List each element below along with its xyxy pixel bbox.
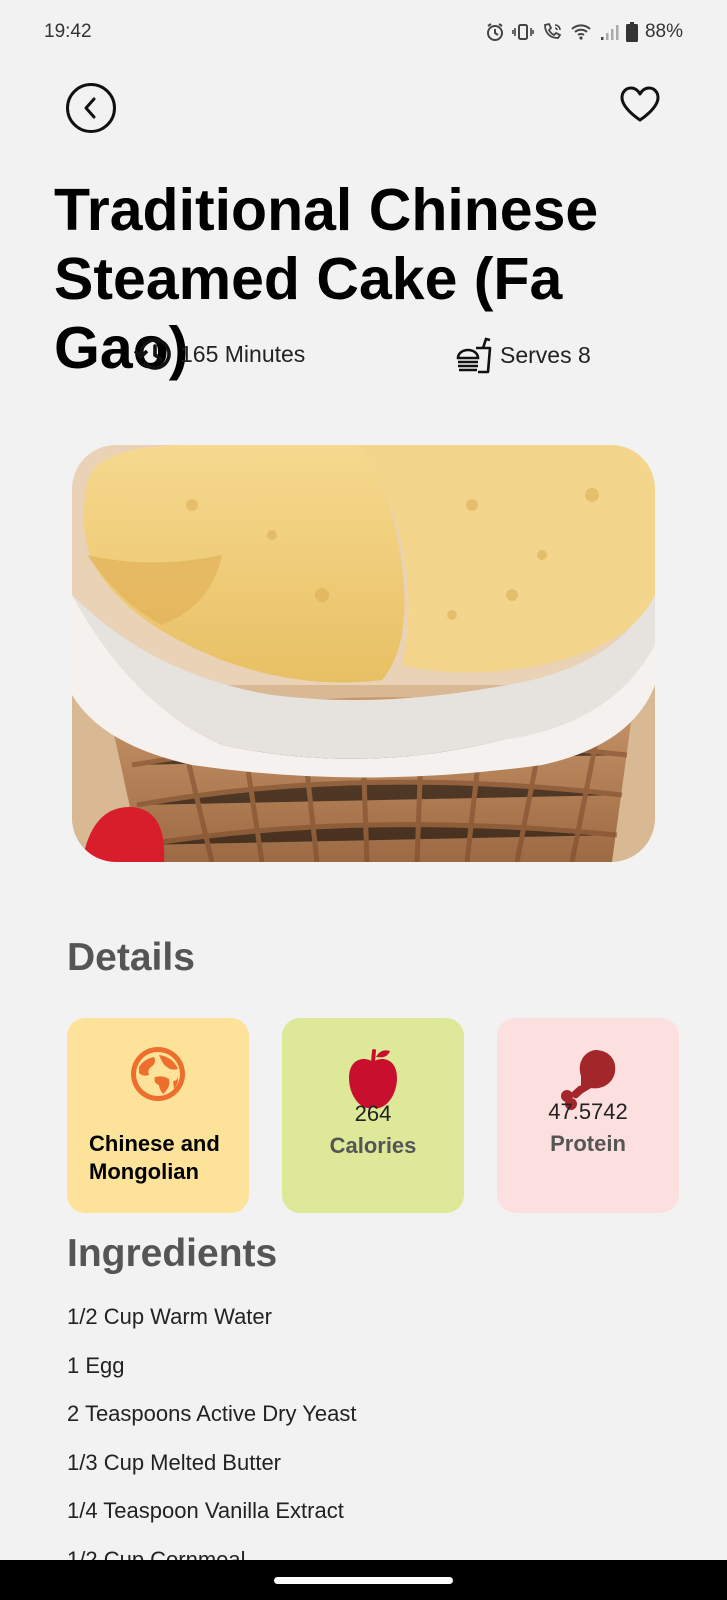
- protein-value: 47.5742: [548, 1099, 628, 1124]
- ingredients-list: 1/2 Cup Warm Water 1 Egg 2 Teaspoons Act…: [67, 1297, 356, 1560]
- recipe-image: [72, 445, 655, 862]
- status-time: 19:42: [44, 21, 92, 42]
- globe-icon: [131, 1047, 185, 1101]
- recipe-meta: 165 Minutes Serves 8: [0, 336, 727, 380]
- wifi-call-icon: [544, 22, 562, 39]
- status-bar: 19:42 88%: [0, 0, 727, 64]
- ingredient-item: 1/3 Cup Melted Butter: [67, 1449, 282, 1475]
- back-arrow-icon: [84, 97, 96, 119]
- home-gesture-handle[interactable]: [274, 1577, 453, 1584]
- ingredient-item: 1/2 Cup Warm Water: [67, 1304, 272, 1329]
- fast-food-icon: [456, 337, 492, 374]
- vibrate-icon: [512, 24, 534, 40]
- battery-percent: 88%: [644, 21, 683, 42]
- heart-outline-icon: [620, 86, 660, 122]
- history-clock-icon: [134, 338, 171, 370]
- servings-label: Serves 8: [500, 341, 591, 368]
- ingredients-scroll-area[interactable]: 1/2 Cup Warm Water 1 Egg 2 Teaspoons Act…: [0, 1290, 727, 1560]
- ingredient-item: 1/4 Teaspoon Vanilla Extract: [67, 1498, 344, 1523]
- wifi-icon: [571, 24, 591, 40]
- ingredient-item: 2 Teaspoons Active Dry Yeast: [67, 1401, 357, 1426]
- battery-icon: [625, 22, 638, 42]
- alarm-icon: [486, 23, 503, 41]
- favorite-button[interactable]: [618, 82, 662, 126]
- cook-time-label: 165 Minutes: [180, 340, 306, 367]
- calories-value: 264: [354, 1101, 392, 1126]
- signal-icon: [600, 25, 619, 40]
- ingredient-item: 1/2 Cup Cornmeal: [67, 1546, 246, 1561]
- protein-card: 47.5742 Protein: [497, 1018, 679, 1213]
- details-heading: Details: [67, 936, 195, 979]
- back-button[interactable]: [66, 83, 116, 133]
- cuisine-card: Chinese and Mongolian: [67, 1018, 249, 1213]
- cook-time: 165 Minutes: [134, 336, 305, 372]
- calories-label: Calories: [329, 1133, 417, 1158]
- calories-card: 264 Calories: [282, 1018, 464, 1213]
- servings: Serves 8: [456, 336, 591, 374]
- protein-label: Protein: [550, 1131, 626, 1156]
- cuisine-label: Chinese and Mongolian: [89, 1131, 220, 1184]
- ingredient-item: 1 Egg: [67, 1352, 125, 1378]
- ingredients-heading: Ingredients: [67, 1232, 278, 1275]
- status-icons: 88%: [485, 21, 683, 43]
